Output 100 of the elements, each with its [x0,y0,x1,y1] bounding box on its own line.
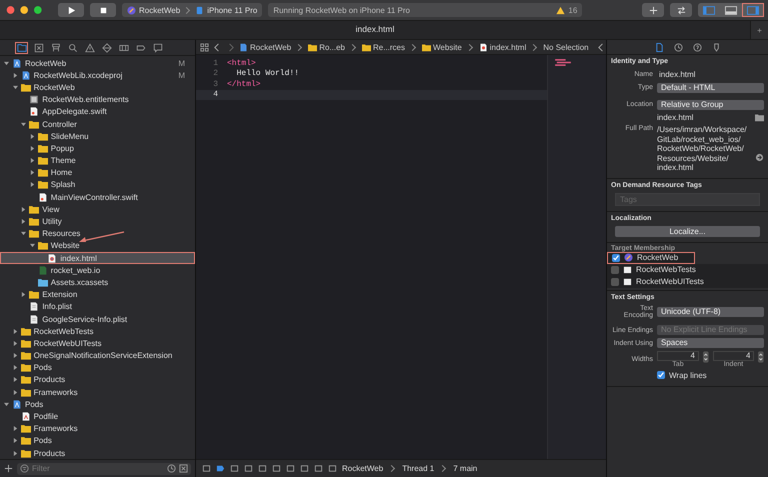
jump-bar-item[interactable]: RocketWeb [239,42,292,52]
stepper-icon[interactable] [702,350,708,362]
file-tree-item[interactable]: Podfile [0,410,195,423]
disclosure-icon[interactable] [4,402,9,407]
stop-button[interactable] [90,3,116,17]
file-tree-item[interactable]: RocketWeb [0,81,195,94]
filter-field[interactable]: Filter [32,464,164,473]
file-tree-item[interactable]: RocketWeb M [0,57,195,70]
file-tree-item[interactable]: Popup [0,142,195,154]
disclosure-icon[interactable] [12,438,18,444]
disclosure-icon[interactable] [12,426,18,432]
disclosure-icon[interactable] [30,146,35,151]
checkbox[interactable] [657,371,665,379]
clock-icon[interactable] [167,464,176,473]
file-tree-item[interactable]: Home [0,166,195,179]
file-tree-item[interactable]: Splash [0,178,195,192]
file-tree-item[interactable]: Pods [0,398,195,410]
navigator-tab[interactable] [151,42,164,54]
disclosure-icon[interactable] [21,292,26,298]
checkbox[interactable] [612,254,620,262]
navigator-tab[interactable] [66,42,79,54]
navigator-tab[interactable] [32,42,45,54]
file-tree-item[interactable]: index.html [0,252,195,264]
file-tree-item[interactable]: Products [0,374,195,386]
jump-bar-item[interactable]: No Selection [543,42,589,52]
file-tree-item[interactable]: GoogleService-Info.plist [0,312,195,326]
disclosure-icon[interactable] [30,134,35,139]
disclosure-icon[interactable] [30,182,35,188]
file-tree-item[interactable]: RocketWeb.entitlements [0,94,195,106]
indent-dropdown[interactable]: Spaces [657,338,764,348]
document-icon[interactable] [654,42,664,52]
grid-icon[interactable] [200,42,209,52]
disclosure-icon[interactable] [21,122,26,127]
file-tree-item[interactable]: OneSignalNotificationServiceExtension [0,350,195,362]
stepper-icon[interactable] [758,350,764,362]
disclosure-icon[interactable] [4,60,9,66]
jump-bar-item[interactable]: Website [422,42,462,52]
file-tree-item[interactable]: Controller [0,118,195,130]
file-tree-item[interactable]: MainViewController.swift [0,191,195,204]
file-tree-item[interactable]: Frameworks [0,422,195,435]
debug-path-item[interactable]: 7 main [453,464,478,473]
disclosure-icon[interactable] [12,450,18,456]
file-tree-item[interactable]: RocketWebLib.xcodeproj M [0,69,195,82]
file-tree-item[interactable]: RocketWebUITests [0,337,195,350]
file-tree-item[interactable]: Extension [0,288,195,301]
file-tree-item[interactable]: rocket_web.io [0,264,195,276]
disclosure-icon[interactable] [12,365,18,370]
file-tree-item[interactable]: View [0,203,195,216]
disclosure-icon[interactable] [12,390,18,395]
location-dropdown[interactable]: Relative to Group [657,100,764,110]
disclosure-icon[interactable] [12,340,18,346]
jump-bar-item[interactable]: index.html [478,42,526,52]
file-tree-item[interactable]: Pods [0,434,195,447]
run-button[interactable] [58,3,84,17]
scheme-selector[interactable]: RocketWeb iPhone 11 Pro [122,3,262,17]
navigator-tab[interactable] [100,42,113,54]
file-tree-item[interactable]: AppDelegate.swift [0,106,195,118]
localize-button[interactable]: Localize... [615,226,760,236]
type-dropdown[interactable]: Default - HTML [657,82,764,92]
file-tree-item[interactable]: Assets.xcassets [0,276,195,289]
navigator-tab[interactable] [83,42,96,54]
code-review-button[interactable] [670,3,692,17]
filter-bar[interactable]: Filter [17,462,191,474]
help-icon[interactable] [692,42,702,52]
plus-icon[interactable] [4,464,13,473]
inspector-toggle[interactable] [742,3,764,17]
target-item[interactable]: RocketWebTests [607,264,768,276]
disclosure-icon[interactable] [12,84,18,90]
file-tree-item[interactable]: Frameworks [0,386,195,398]
file-tree-item[interactable]: Products [0,447,195,459]
disclosure-icon[interactable] [12,377,18,382]
file-tree-item[interactable]: Utility [0,215,195,228]
jump-bar-item[interactable]: Re...rces [362,42,406,52]
target-item[interactable]: RocketWebUITests [607,276,768,288]
debug-path-item[interactable]: RocketWeb [342,464,384,473]
disclosure-icon[interactable] [12,353,18,358]
file-tree-item[interactable]: RocketWebTests [0,325,195,338]
disclosure-icon[interactable] [21,206,26,212]
accessibility-icon[interactable] [712,42,720,52]
file-tree-item[interactable]: Resources [0,228,195,240]
library-button[interactable] [642,3,664,17]
clock-icon[interactable] [674,42,682,52]
checkbox[interactable] [611,278,619,286]
folder-icon[interactable] [755,113,764,122]
disclosure-icon[interactable] [12,328,18,334]
reveal-arrow-icon[interactable] [755,153,764,162]
disclosure-icon[interactable] [21,231,26,236]
disclosure-icon[interactable] [30,158,35,164]
checkbox[interactable] [611,266,619,274]
disclosure-icon[interactable] [30,170,35,176]
file-tree-item[interactable]: SlideMenu [0,130,195,142]
jump-bar-item[interactable]: Ro...eb [308,42,345,52]
file-tree-item[interactable]: Theme [0,154,195,167]
debug-path-item[interactable]: Thread 1 [402,464,434,473]
new-tab-button[interactable] [750,21,768,39]
disclosure-icon[interactable] [12,72,18,78]
disclosure-icon[interactable] [30,243,35,248]
tab-width-field[interactable]: 4 [657,350,699,360]
warning-icon[interactable] [556,6,566,14]
file-tree-item[interactable]: Website [0,240,195,252]
